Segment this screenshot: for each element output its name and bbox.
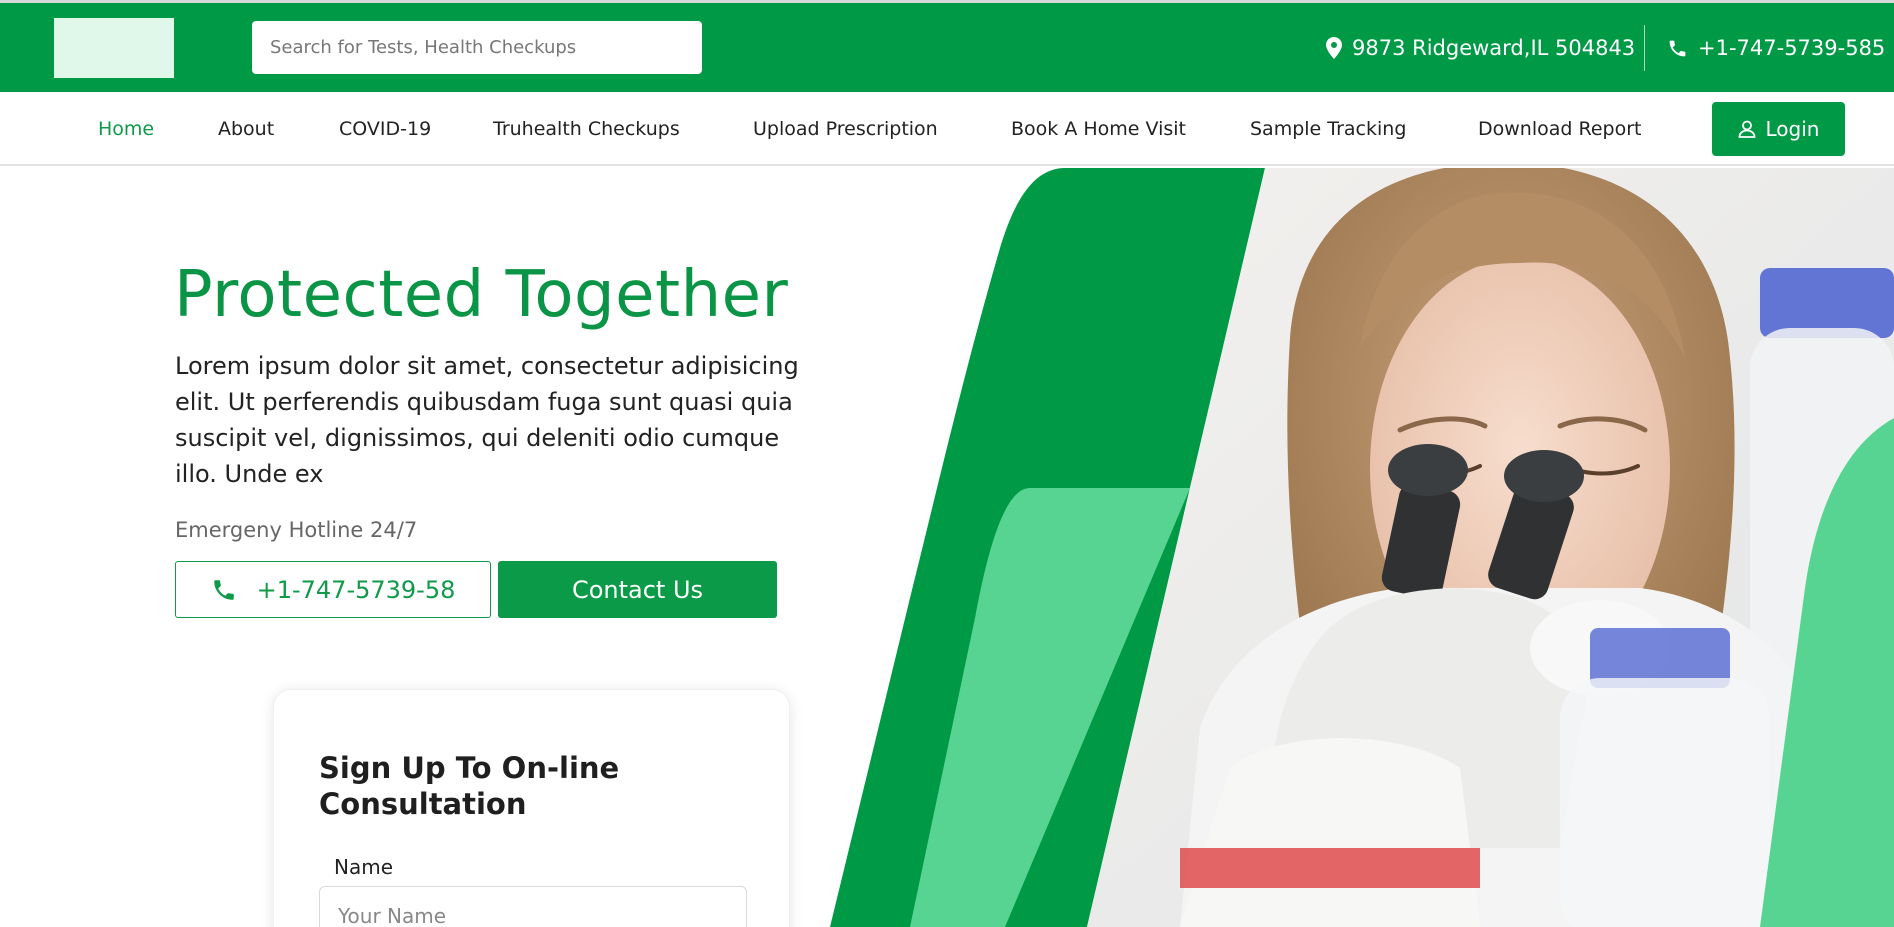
header-phone-text: +1-747-5739-585	[1698, 36, 1886, 60]
hero-visual	[760, 168, 1894, 927]
hotline-phone-button[interactable]: +1-747-5739-58	[175, 561, 491, 618]
signup-card: Sign Up To On-line Consultation Name	[273, 689, 790, 927]
signup-title: Sign Up To On-line Consultation	[319, 751, 620, 821]
phone-icon	[211, 577, 237, 603]
address-info: 9873 Ridgeward,IL 504843	[1326, 33, 1635, 63]
nav-item-book-home-visit[interactable]: Book A Home Visit	[1011, 92, 1186, 166]
top-bar: 9873 Ridgeward,IL 504843 +1-747-5739-585	[0, 3, 1894, 92]
name-label: Name	[334, 855, 394, 879]
address-text: 9873 Ridgeward,IL 504843	[1352, 36, 1636, 60]
site-logo[interactable]	[54, 18, 174, 78]
name-input[interactable]	[319, 886, 747, 927]
nav-item-download-report[interactable]: Download Report	[1478, 92, 1641, 166]
main-nav: Home About COVID-19 Truhealth Checkups U…	[0, 92, 1894, 166]
hotline-label: Emergeny Hotline 24/7	[175, 518, 418, 542]
hotline-phone-text: +1-747-5739-58	[256, 575, 456, 604]
search-input[interactable]	[252, 21, 702, 74]
nav-item-covid-19[interactable]: COVID-19	[339, 92, 431, 166]
nav-item-home[interactable]: Home	[98, 92, 154, 166]
header-phone[interactable]: +1-747-5739-585	[1667, 33, 1885, 63]
hero-image	[830, 168, 1894, 927]
nav-item-upload-prescription[interactable]: Upload Prescription	[753, 92, 938, 166]
phone-icon	[1667, 38, 1688, 59]
login-label: Login	[1765, 117, 1820, 141]
hero-title: Protected Together	[174, 258, 789, 332]
nav-item-sample-tracking[interactable]: Sample Tracking	[1250, 92, 1406, 166]
user-icon	[1738, 120, 1756, 138]
nav-item-about[interactable]: About	[218, 92, 274, 166]
login-button[interactable]: Login	[1712, 102, 1845, 156]
nav-item-truhealth-checkups[interactable]: Truhealth Checkups	[493, 92, 680, 166]
hero-description: Lorem ipsum dolor sit amet, consectetur …	[175, 352, 799, 488]
header-divider	[1644, 25, 1645, 71]
location-pin-icon	[1326, 37, 1342, 59]
contact-us-button[interactable]: Contact Us	[498, 561, 777, 618]
